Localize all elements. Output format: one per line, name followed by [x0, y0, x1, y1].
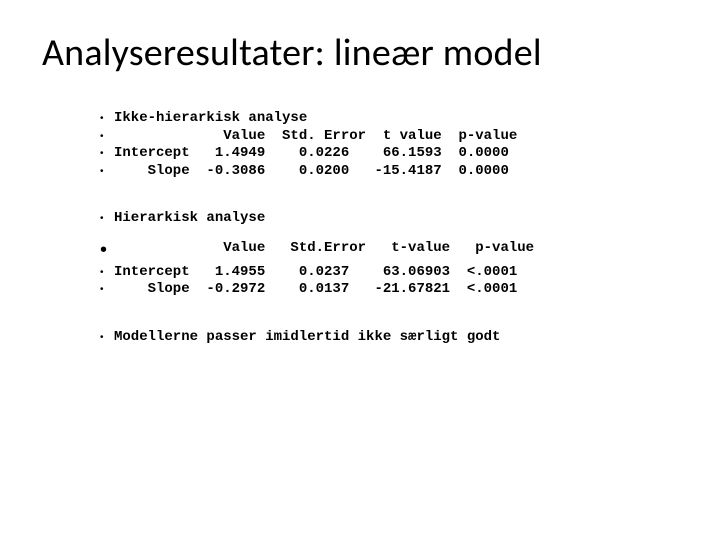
bullet-icon: •	[100, 329, 114, 346]
bullet-icon: •	[100, 210, 114, 227]
bullet-icon: •	[100, 281, 114, 298]
bullet-icon: •	[100, 240, 114, 260]
bullet-icon: •	[100, 110, 114, 127]
slide-content: • Ikke-hierarkisk analyse • Value Std. E…	[100, 110, 684, 346]
table-row-text: Intercept 1.4955 0.0237 63.06903 <.0001	[114, 264, 517, 282]
table-row: • Intercept 1.4949 0.0226 66.1593 0.0000	[100, 145, 684, 163]
section-heading-text: Hierarkisk analyse	[114, 210, 265, 228]
table-row: • Slope -0.3086 0.0200 -15.4187 0.0000	[100, 163, 684, 181]
table-row: • Intercept 1.4955 0.0237 63.06903 <.000…	[100, 264, 684, 282]
table-row-text: Intercept 1.4949 0.0226 66.1593 0.0000	[114, 145, 509, 163]
section-heading: • Hierarkisk analyse	[100, 210, 684, 228]
bullet-icon: •	[100, 145, 114, 162]
page-title: Analyseresultater: lineær model	[42, 30, 684, 76]
table-header-row: • Value Std. Error t value p-value	[100, 128, 684, 146]
slide: Analyseresultater: lineær model • Ikke-h…	[0, 0, 720, 540]
section-heading-text: Ikke-hierarkisk analyse	[114, 110, 307, 128]
table-row-text: Slope -0.3086 0.0200 -15.4187 0.0000	[114, 163, 509, 181]
table-row-text: Slope -0.2972 0.0137 -21.67821 <.0001	[114, 281, 517, 299]
section-heading: • Ikke-hierarkisk analyse	[100, 110, 684, 128]
table-row: • Slope -0.2972 0.0137 -21.67821 <.0001	[100, 281, 684, 299]
bullet-icon: •	[100, 264, 114, 281]
bullet-icon: •	[100, 163, 114, 180]
table-header-text: Value Std.Error t-value p-value	[114, 240, 534, 258]
footnote-text: Modellerne passer imidlertid ikke særlig…	[114, 329, 500, 347]
bullet-icon: •	[100, 128, 114, 145]
footnote: • Modellerne passer imidlertid ikke særl…	[100, 329, 684, 347]
table-header-row: • Value Std.Error t-value p-value	[100, 240, 684, 260]
table-header-text: Value Std. Error t value p-value	[114, 128, 517, 146]
